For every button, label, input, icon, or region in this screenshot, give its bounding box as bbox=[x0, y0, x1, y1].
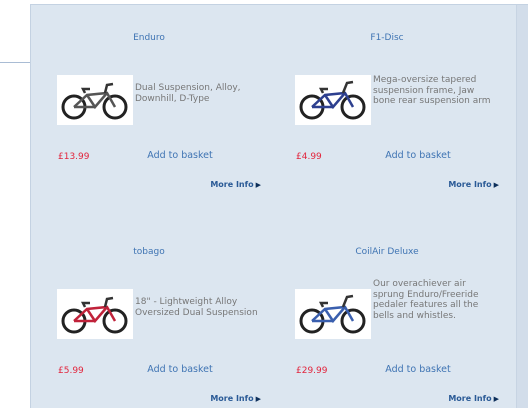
triangle-right-icon: ▶ bbox=[255, 395, 261, 403]
more-info-link[interactable]: More Info ▶ bbox=[448, 394, 499, 403]
product-name[interactable]: Enduro bbox=[31, 33, 267, 43]
product-name[interactable]: CoilAir Deluxe bbox=[269, 247, 505, 257]
product-card: CoilAir Deluxe Our overachiever air spru… bbox=[269, 219, 505, 415]
product-price: £29.99 bbox=[296, 366, 328, 376]
add-to-basket-link[interactable]: Add to basket bbox=[363, 150, 473, 161]
more-info-link[interactable]: More Info ▶ bbox=[210, 394, 261, 403]
product-image[interactable] bbox=[295, 289, 371, 339]
product-description: Mega-oversize tapered suspension frame, … bbox=[373, 75, 491, 106]
scroll-strip bbox=[516, 5, 528, 408]
more-info-label: More Info bbox=[448, 394, 492, 403]
product-card: Enduro Dual Suspension, Alloy, Downhill,… bbox=[31, 5, 267, 201]
product-description: Our overachiever air sprung Enduro/Freer… bbox=[373, 279, 479, 321]
triangle-right-icon: ▶ bbox=[493, 181, 499, 189]
triangle-right-icon: ▶ bbox=[493, 395, 499, 403]
bike-icon bbox=[61, 296, 128, 334]
more-info-label: More Info bbox=[210, 180, 254, 189]
add-to-basket-link[interactable]: Add to basket bbox=[125, 150, 235, 161]
triangle-right-icon: ▶ bbox=[255, 181, 261, 189]
bike-icon bbox=[61, 82, 128, 120]
add-to-basket-link[interactable]: Add to basket bbox=[125, 364, 235, 375]
product-name[interactable]: tobago bbox=[31, 247, 267, 257]
product-image[interactable] bbox=[295, 75, 371, 125]
product-price: £5.99 bbox=[58, 366, 84, 376]
more-info-label: More Info bbox=[448, 180, 492, 189]
product-card: F1-Disc Mega-oversize tapered suspension… bbox=[269, 5, 505, 201]
left-divider bbox=[0, 62, 30, 63]
product-description: Dual Suspension, Alloy, Downhill, D-Type bbox=[135, 83, 241, 104]
product-image[interactable] bbox=[57, 289, 133, 339]
more-info-link[interactable]: More Info ▶ bbox=[210, 180, 261, 189]
product-card: tobago 18" - Lightweight Alloy Oversized… bbox=[31, 219, 267, 415]
bike-icon bbox=[299, 80, 366, 120]
more-info-label: More Info bbox=[210, 394, 254, 403]
more-info-link[interactable]: More Info ▶ bbox=[448, 180, 499, 189]
product-description: 18" - Lightweight Alloy Oversized Dual S… bbox=[135, 297, 258, 318]
add-to-basket-link[interactable]: Add to basket bbox=[363, 364, 473, 375]
product-price: £13.99 bbox=[58, 152, 90, 162]
product-price: £4.99 bbox=[296, 152, 322, 162]
product-image[interactable] bbox=[57, 75, 133, 125]
product-name[interactable]: F1-Disc bbox=[269, 33, 505, 43]
product-grid-panel: Enduro Dual Suspension, Alloy, Downhill,… bbox=[30, 4, 528, 408]
bike-icon bbox=[299, 294, 366, 334]
